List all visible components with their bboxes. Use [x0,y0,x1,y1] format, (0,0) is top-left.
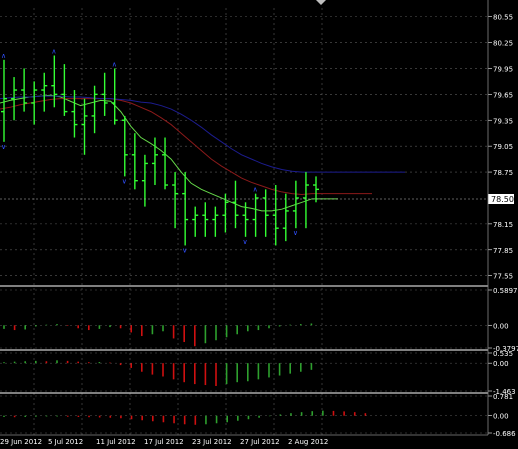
fractal-icon: ∨ [243,238,248,246]
fractal-icon: ∨ [1,143,6,151]
time-axis-label: 29 Jun 2012 [0,438,42,446]
current-price-label: 78.50 [491,195,514,204]
price-axis-label: 79.95 [493,65,513,73]
time-axis-label: 17 Jul 2012 [144,438,184,446]
price-axis-label: 78.15 [493,221,513,229]
fractal-icon: ∧ [112,60,117,68]
indicator-axis-label: -0.686 [493,430,516,438]
price-axis-label: 80.55 [493,14,513,22]
indicator-axis-label: 0.00 [493,413,509,421]
indicator-axis-label: 0.535 [493,350,513,358]
indicator-axis-label: 0.5897 [493,287,518,295]
time-axis: 29 Jun 2012 5 Jul 2012 11 Jul 2012 17 Jul 2… [0,438,328,446]
time-axis-label: 11 Jul 2012 [96,438,136,446]
time-axis-label: 27 Jul 2012 [240,438,280,446]
indicator-axis-label: 0.00 [493,322,509,330]
indicator-axis-label: 0.781 [493,393,513,401]
chart-background [0,0,518,449]
fractal-icon: ∨ [182,246,187,254]
price-axis-label: 79.65 [493,91,513,99]
trading-chart[interactable]: ∧ ∨ ∧ ∧ ∨ ∨ ∨ ∧ ∨ 80.55 80.25 79.95 79.65 79.35 79.05… [0,0,518,449]
current-price-marker: 78.50 [488,194,514,204]
price-axis-label: 78.75 [493,169,513,177]
indicator-axis-label: 0.00 [493,360,509,368]
fractal-icon: ∧ [253,186,258,194]
price-axis-label: 79.35 [493,117,513,125]
fractal-icon: ∨ [122,177,127,185]
price-axis-label: 80.25 [493,40,513,48]
time-axis-label: 23 Jul 2012 [192,438,232,446]
fractal-icon: ∧ [51,47,56,55]
price-axis-label: 77.55 [493,273,513,281]
price-axis-label: 79.05 [493,143,513,151]
time-axis-label: 2 Aug 2012 [288,438,328,446]
fractal-icon: ∨ [293,229,298,237]
fractal-icon: ∧ [1,52,6,60]
price-axis-label: 77.85 [493,247,513,255]
time-axis-label: 5 Jul 2012 [48,438,83,446]
